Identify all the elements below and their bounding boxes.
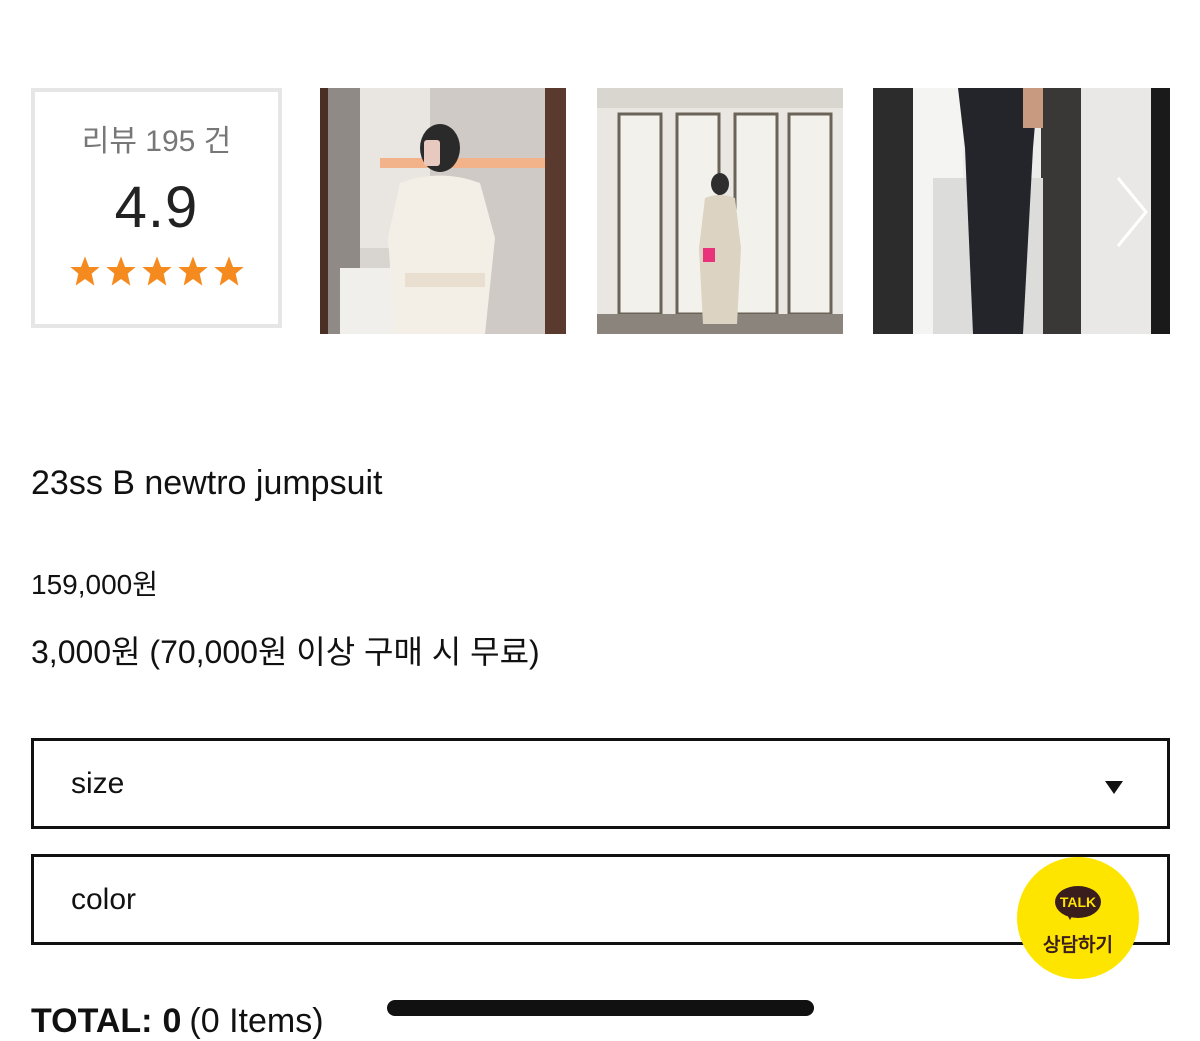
total-value: 0 [162, 1002, 182, 1040]
star-icon [177, 256, 208, 286]
review-summary[interactable]: 리뷰 195 건 4.9 [31, 88, 282, 328]
shipping-fee: 3,000원 (70,000원 이상 구매 시 무료) [31, 634, 540, 670]
product-name: 23ss B newtro jumpsuit [31, 464, 383, 502]
product-price: 159,000원 [31, 569, 158, 600]
chevron-right-icon[interactable] [1112, 172, 1152, 252]
caret-down-icon [1105, 781, 1123, 794]
star-icon [105, 256, 136, 286]
star-icon [69, 256, 100, 286]
talk-bubble-icon: TALK [1055, 886, 1101, 918]
color-select-label: color [71, 883, 137, 916]
review-photo-2[interactable] [597, 88, 843, 334]
talk-button-label: 상담하기 [1043, 935, 1113, 956]
home-indicator[interactable] [387, 1000, 814, 1016]
review-photo-1[interactable] [320, 88, 566, 334]
kakao-talk-button[interactable]: TALK 상담하기 [1017, 857, 1139, 979]
talk-bubble-tail [1065, 911, 1075, 920]
total-items: (0 Items) [189, 1002, 324, 1040]
size-select[interactable]: size [31, 738, 1170, 829]
color-select[interactable]: color [31, 854, 1170, 945]
review-count: 리뷰 195 건 [81, 125, 232, 158]
total-label: TOTAL: [31, 1002, 153, 1040]
order-total: TOTAL: 0 (0 Items) [31, 1002, 324, 1041]
star-icon [213, 256, 244, 286]
size-select-label: size [71, 767, 125, 800]
star-rating [35, 255, 278, 287]
star-icon [141, 256, 172, 286]
review-score: 4.9 [114, 175, 199, 240]
